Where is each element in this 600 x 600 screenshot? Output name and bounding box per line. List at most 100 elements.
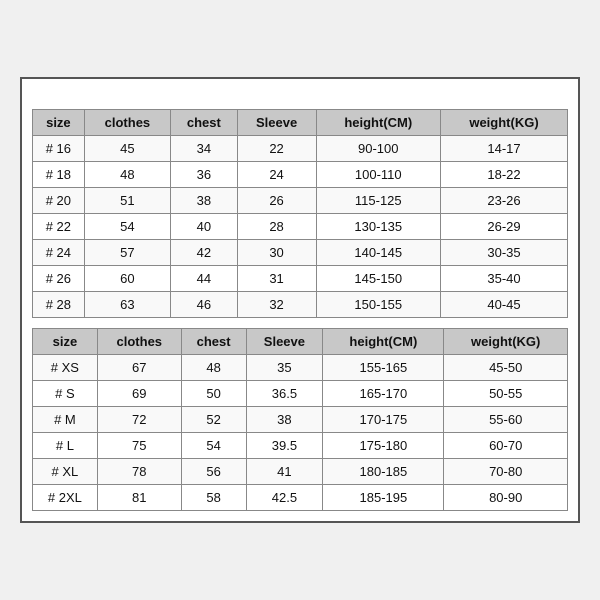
table-cell: 100-110 <box>316 162 440 188</box>
table-cell: 60 <box>84 266 170 292</box>
table-cell: # L <box>33 433 98 459</box>
table-cell: 34 <box>171 136 238 162</box>
table2-col-header: weight(KG) <box>444 329 568 355</box>
table-cell: 90-100 <box>316 136 440 162</box>
table-cell: 18-22 <box>441 162 568 188</box>
table-cell: 22 <box>237 136 316 162</box>
table2-col-header: Sleeve <box>246 329 323 355</box>
table-row: # L755439.5175-18060-70 <box>33 433 568 459</box>
table-cell: 78 <box>97 459 181 485</box>
table-cell: 30 <box>237 240 316 266</box>
table1-body: # 1645342290-10014-17# 18483624100-11018… <box>33 136 568 318</box>
table-cell: 40-45 <box>441 292 568 318</box>
table-cell: 155-165 <box>323 355 444 381</box>
table-cell: 180-185 <box>323 459 444 485</box>
table-cell: 36 <box>171 162 238 188</box>
table-cell: # 2XL <box>33 485 98 511</box>
table-cell: # 24 <box>33 240 85 266</box>
table-cell: 26 <box>237 188 316 214</box>
table1-col-header: height(CM) <box>316 110 440 136</box>
table-cell: 48 <box>84 162 170 188</box>
table-cell: 51 <box>84 188 170 214</box>
table-row: # S695036.5165-17050-55 <box>33 381 568 407</box>
table1-header-row: sizeclotheschestSleeveheight(CM)weight(K… <box>33 110 568 136</box>
table-cell: 41 <box>246 459 323 485</box>
table-cell: # XS <box>33 355 98 381</box>
size-table-1: sizeclotheschestSleeveheight(CM)weight(K… <box>32 109 568 318</box>
table-cell: 14-17 <box>441 136 568 162</box>
table-row: # 26604431145-15035-40 <box>33 266 568 292</box>
table-cell: 72 <box>97 407 181 433</box>
table2-header: sizeclotheschestSleeveheight(CM)weight(K… <box>33 329 568 355</box>
table-cell: 69 <box>97 381 181 407</box>
table-cell: 80-90 <box>444 485 568 511</box>
table-cell: 50 <box>181 381 246 407</box>
table-cell: 23-26 <box>441 188 568 214</box>
table-row: # 20513826115-12523-26 <box>33 188 568 214</box>
table-cell: 63 <box>84 292 170 318</box>
table-cell: 30-35 <box>441 240 568 266</box>
table-row: # 18483624100-11018-22 <box>33 162 568 188</box>
table2-col-header: clothes <box>97 329 181 355</box>
table1-col-header: size <box>33 110 85 136</box>
table-cell: 45 <box>84 136 170 162</box>
table-cell: 165-170 <box>323 381 444 407</box>
table-cell: 31 <box>237 266 316 292</box>
table1-col-header: chest <box>171 110 238 136</box>
table-cell: # 22 <box>33 214 85 240</box>
table-row: # M725238170-17555-60 <box>33 407 568 433</box>
table-row: # 28634632150-15540-45 <box>33 292 568 318</box>
table1-col-header: clothes <box>84 110 170 136</box>
table-row: # 22544028130-13526-29 <box>33 214 568 240</box>
table-cell: 28 <box>237 214 316 240</box>
table1-col-header: weight(KG) <box>441 110 568 136</box>
table-cell: # 18 <box>33 162 85 188</box>
table1-col-header: Sleeve <box>237 110 316 136</box>
table-cell: 67 <box>97 355 181 381</box>
table-row: # 1645342290-10014-17 <box>33 136 568 162</box>
table-cell: # 16 <box>33 136 85 162</box>
size-chart-container: sizeclotheschestSleeveheight(CM)weight(K… <box>20 77 580 523</box>
table-cell: # 26 <box>33 266 85 292</box>
table-cell: 54 <box>84 214 170 240</box>
table-cell: 57 <box>84 240 170 266</box>
table-cell: 60-70 <box>444 433 568 459</box>
table1-header: sizeclotheschestSleeveheight(CM)weight(K… <box>33 110 568 136</box>
table-row: # 2XL815842.5185-19580-90 <box>33 485 568 511</box>
table-cell: 26-29 <box>441 214 568 240</box>
table-cell: 52 <box>181 407 246 433</box>
table-cell: 75 <box>97 433 181 459</box>
table2-col-header: size <box>33 329 98 355</box>
table-cell: 35 <box>246 355 323 381</box>
table-cell: 185-195 <box>323 485 444 511</box>
table-row: # 24574230140-14530-35 <box>33 240 568 266</box>
table-cell: 145-150 <box>316 266 440 292</box>
table2-header-row: sizeclotheschestSleeveheight(CM)weight(K… <box>33 329 568 355</box>
table-cell: 38 <box>171 188 238 214</box>
table-cell: 32 <box>237 292 316 318</box>
table-cell: 40 <box>171 214 238 240</box>
table-cell: 175-180 <box>323 433 444 459</box>
table-cell: 140-145 <box>316 240 440 266</box>
table-row: # XL785641180-18570-80 <box>33 459 568 485</box>
table-cell: 48 <box>181 355 246 381</box>
table-cell: 58 <box>181 485 246 511</box>
table-cell: 115-125 <box>316 188 440 214</box>
table-cell: 39.5 <box>246 433 323 459</box>
table2-col-header: chest <box>181 329 246 355</box>
table-cell: 42.5 <box>246 485 323 511</box>
table-cell: 38 <box>246 407 323 433</box>
table-row: # XS674835155-16545-50 <box>33 355 568 381</box>
table-cell: 42 <box>171 240 238 266</box>
table-cell: 130-135 <box>316 214 440 240</box>
table-cell: 56 <box>181 459 246 485</box>
table-cell: 35-40 <box>441 266 568 292</box>
table-cell: 45-50 <box>444 355 568 381</box>
table-cell: 24 <box>237 162 316 188</box>
size-table-2: sizeclotheschestSleeveheight(CM)weight(K… <box>32 328 568 511</box>
table-cell: 150-155 <box>316 292 440 318</box>
table-cell: 70-80 <box>444 459 568 485</box>
table-cell: # M <box>33 407 98 433</box>
table-cell: 54 <box>181 433 246 459</box>
table-cell: 55-60 <box>444 407 568 433</box>
